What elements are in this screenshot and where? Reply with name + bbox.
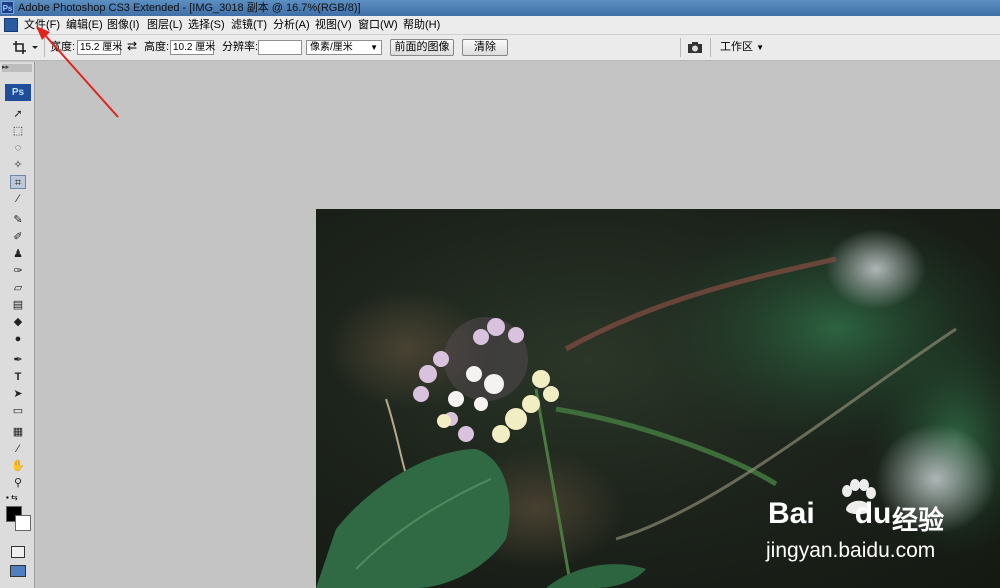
path-selection-tool-icon[interactable]: ➤ <box>10 387 26 401</box>
workspace-menu[interactable]: 工作区 ▼ <box>720 41 764 54</box>
swap-dimensions-icon[interactable]: ⇄ <box>127 40 137 53</box>
menu-image[interactable]: 图像(I) <box>107 16 139 34</box>
eraser-tool-icon[interactable]: ▱ <box>10 281 26 295</box>
notes-tool-icon[interactable]: ▦ <box>10 425 26 439</box>
eyedropper-sample-tool-icon[interactable]: ⁄ <box>10 442 26 456</box>
title-bar: Ps Adobe Photoshop CS3 Extended - [IMG_3… <box>0 0 1000 16</box>
panel-grip[interactable]: ▸▸ <box>2 64 32 72</box>
crop-tool-preset-icon[interactable] <box>12 39 40 56</box>
clear-button[interactable]: 清除 <box>462 39 508 56</box>
photoshop-app-icon[interactable]: Ps <box>1 1 14 14</box>
height-label: 高度: <box>144 41 170 53</box>
menu-file[interactable]: 文件(F) <box>24 16 60 34</box>
resolution-unit-value: 像素/厘米 <box>310 42 353 53</box>
tools-panel: ▸▸ Ps ➚ ⬚ ◌ ✧ ⌗ ⁄ ✎ ✐ ♟ ✑ ▱ ▤ ◆ ● ✒ T ➤ … <box>0 62 35 588</box>
menu-filter[interactable]: 滤镜(T) <box>231 16 267 34</box>
photoshop-logo[interactable]: Ps <box>5 84 31 101</box>
resolution-label: 分辨率: <box>222 41 259 53</box>
lasso-tool-icon[interactable]: ◌ <box>10 141 26 155</box>
separator <box>680 38 681 57</box>
chevron-down-icon: ▼ <box>370 43 378 52</box>
pen-tool-icon[interactable]: ✒ <box>10 353 26 367</box>
options-bar: 宽度: 15.2 厘米 ⇄ 高度: 10.2 厘米 分辨率: 像素/厘米 ▼ 前… <box>0 35 1000 61</box>
screen-mode-icon[interactable] <box>10 565 26 577</box>
baidu-watermark-url: jingyan.baidu.com <box>766 539 936 562</box>
hand-tool-icon[interactable]: ✋ <box>10 459 26 473</box>
blur-tool-icon[interactable]: ◆ <box>10 315 26 329</box>
menu-select[interactable]: 选择(S) <box>188 16 225 34</box>
baidu-brand-suffix: du <box>854 497 892 530</box>
chevron-down-icon: ▼ <box>756 43 764 52</box>
default-colors-icon[interactable]: ▪ ⇆ <box>6 494 18 502</box>
dodge-tool-icon[interactable]: ● <box>10 332 26 346</box>
baidu-watermark-brand: Bai du <box>768 497 891 531</box>
gradient-tool-icon[interactable]: ▤ <box>10 298 26 312</box>
bridge-camera-icon[interactable] <box>686 40 706 55</box>
front-image-button[interactable]: 前面的图像 <box>390 39 454 56</box>
resolution-unit-select[interactable]: 像素/厘米 ▼ <box>306 40 382 55</box>
baidu-brand-text: Bai <box>768 497 815 530</box>
marquee-tool-icon[interactable]: ⬚ <box>10 124 26 138</box>
height-field[interactable]: 10.2 厘米 <box>170 40 215 55</box>
width-field[interactable]: 15.2 厘米 <box>77 40 122 55</box>
zoom-tool-icon[interactable]: ⚲ <box>10 476 26 490</box>
separator <box>710 38 711 57</box>
window-title: Adobe Photoshop CS3 Extended - [IMG_3018… <box>18 2 361 14</box>
crop-tool-icon[interactable]: ⌗ <box>10 175 26 189</box>
magic-wand-tool-icon[interactable]: ✧ <box>10 158 26 172</box>
resolution-field[interactable] <box>258 40 302 55</box>
eyedropper-tool-icon[interactable]: ⁄ <box>10 192 26 206</box>
quick-mask-icon[interactable] <box>11 546 25 558</box>
background-color-swatch[interactable] <box>15 515 31 531</box>
shape-tool-icon[interactable]: ▭ <box>10 404 26 418</box>
document-canvas[interactable]: Bai du 经验 jingyan.baidu.com <box>316 209 1000 588</box>
menu-bar: 文件(F) 编辑(E) 图像(I) 图层(L) 选择(S) 滤镜(T) 分析(A… <box>0 16 1000 35</box>
clone-stamp-tool-icon[interactable]: ♟ <box>10 247 26 261</box>
separator <box>44 38 45 57</box>
menu-layer[interactable]: 图层(L) <box>147 16 182 34</box>
healing-brush-tool-icon[interactable]: ✎ <box>10 213 26 227</box>
menu-edit[interactable]: 编辑(E) <box>66 16 103 34</box>
width-label: 宽度: <box>50 41 76 53</box>
workspace-label: 工作区 <box>720 41 753 53</box>
baidu-watermark-cn: 经验 <box>892 505 945 535</box>
type-tool-icon[interactable]: T <box>10 370 26 384</box>
document-icon[interactable] <box>4 18 18 32</box>
menu-window[interactable]: 窗口(W) <box>358 16 398 34</box>
brush-tool-icon[interactable]: ✐ <box>10 230 26 244</box>
move-tool-icon[interactable]: ➚ <box>10 107 26 121</box>
menu-analysis[interactable]: 分析(A) <box>273 16 310 34</box>
history-brush-tool-icon[interactable]: ✑ <box>10 264 26 278</box>
menu-help[interactable]: 帮助(H) <box>403 16 440 34</box>
menu-view[interactable]: 视图(V) <box>315 16 352 34</box>
